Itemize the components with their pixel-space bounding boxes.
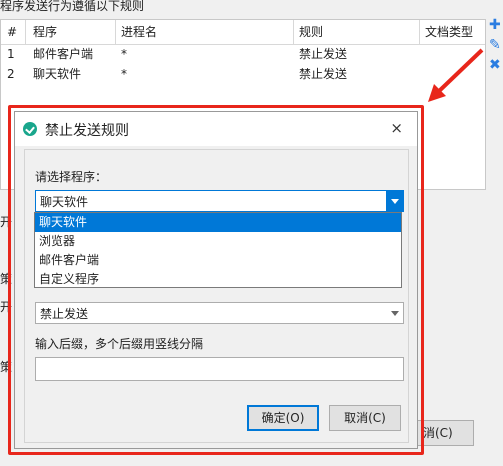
- highlight-box: [8, 105, 424, 455]
- col-header-process: 进程名: [121, 25, 158, 39]
- col-header-rule: 规则: [299, 25, 324, 39]
- row-rule: 禁止发送: [299, 67, 348, 81]
- col-header-doctype: 文档类型: [425, 25, 474, 39]
- edit-icon[interactable]: ✎: [489, 37, 501, 53]
- row-process: *: [121, 67, 127, 81]
- rules-heading: 程序发送行为遵循以下规则: [0, 0, 145, 13]
- row-rule: 禁止发送: [299, 47, 348, 61]
- row-index: 1: [7, 47, 15, 61]
- col-header-program: 程序: [33, 25, 58, 39]
- add-icon[interactable]: ✚: [489, 17, 501, 33]
- col-header-index: #: [7, 25, 18, 39]
- row-index: 2: [7, 67, 15, 81]
- table-row[interactable]: 1 邮件客户端 * 禁止发送: [1, 44, 485, 64]
- delete-icon[interactable]: ✖: [489, 57, 501, 73]
- row-program: 邮件客户端: [33, 47, 94, 61]
- row-process: *: [121, 47, 127, 61]
- row-program: 聊天软件: [33, 67, 82, 81]
- table-row[interactable]: 2 聊天软件 * 禁止发送: [1, 64, 485, 84]
- table-header: # 程序 进程名 规则 文档类型: [1, 20, 485, 45]
